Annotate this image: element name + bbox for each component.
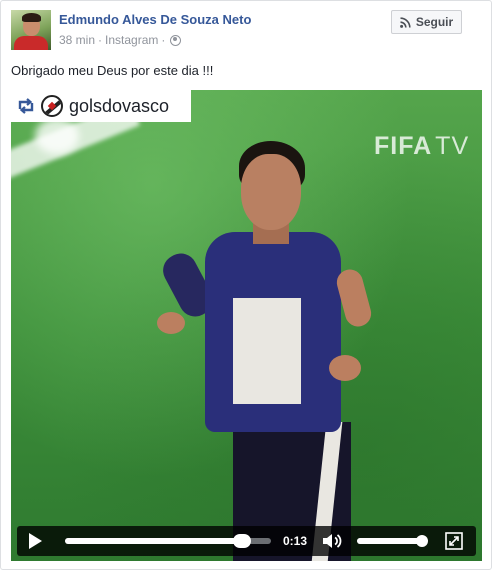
seek-handle[interactable]	[233, 534, 252, 548]
volume-icon[interactable]	[322, 532, 344, 550]
post-source-link[interactable]: Instagram	[105, 33, 158, 47]
volume-handle[interactable]	[416, 535, 429, 547]
player-left-hand	[157, 312, 185, 334]
play-icon[interactable]	[25, 531, 45, 551]
follow-button[interactable]: Seguir	[391, 10, 462, 34]
video-player[interactable]: FIFA TV golsdovasco 0:13	[11, 90, 482, 561]
current-time: 0:13	[283, 534, 308, 548]
avatar-shirt	[14, 36, 48, 50]
seek-bar-progress	[65, 538, 243, 544]
seek-bar[interactable]	[65, 534, 271, 548]
author-avatar[interactable]	[11, 10, 51, 50]
video-frame-ball	[35, 118, 79, 154]
instagram-username: golsdovasco	[69, 95, 170, 116]
volume-slider[interactable]	[357, 535, 429, 547]
video-frame-player	[149, 140, 389, 561]
repost-icon	[18, 98, 34, 114]
post-text: Obrigado meu Deus por este dia !!!	[11, 63, 214, 78]
watermark-suffix: TV	[435, 132, 470, 160]
player-head	[241, 154, 301, 230]
volume-level	[357, 538, 423, 544]
follow-button-label: Seguir	[415, 15, 454, 29]
player-right-hand	[329, 355, 361, 381]
player-shirt-panel	[233, 298, 301, 404]
post-meta: 38 min · Instagram ·	[59, 33, 182, 47]
vasco-logo-icon	[41, 95, 63, 117]
meta-separator-2: ·	[161, 33, 166, 47]
post-card: Edmundo Alves De Souza Neto 38 min · Ins…	[0, 0, 492, 570]
globe-privacy-icon[interactable]	[170, 34, 182, 46]
video-controls: 0:13	[17, 526, 476, 556]
fullscreen-icon[interactable]	[445, 532, 463, 550]
author-name-link[interactable]: Edmundo Alves De Souza Neto	[59, 12, 251, 27]
meta-separator: ·	[98, 33, 103, 47]
avatar-hair	[22, 13, 41, 22]
post-timestamp[interactable]: 38 min	[59, 33, 95, 47]
rss-icon	[399, 16, 411, 28]
instagram-repost-badge[interactable]: golsdovasco	[11, 90, 191, 122]
